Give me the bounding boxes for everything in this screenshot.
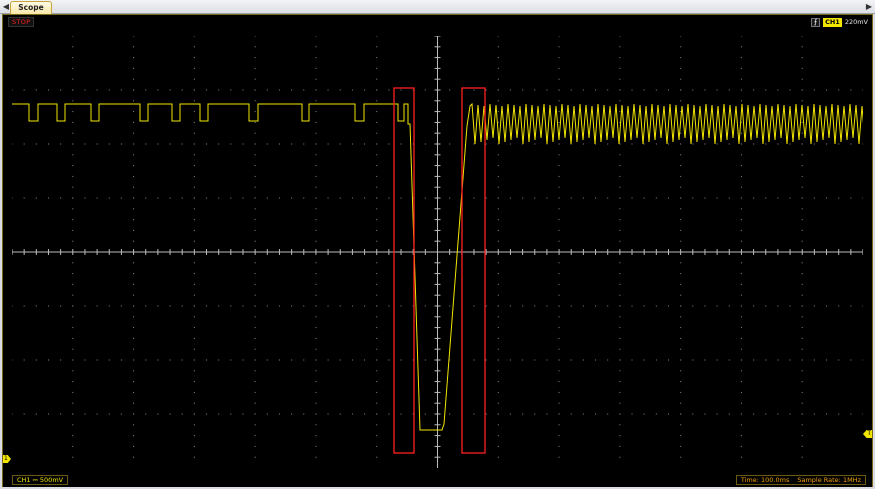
ch1-scale[interactable]: CH1 ⎓ 500mV	[12, 475, 69, 485]
trigger-level: 220mV	[844, 18, 868, 26]
graticule	[12, 36, 863, 468]
waveform-canvas	[12, 36, 863, 468]
ch1-ground-marker[interactable]: 1	[3, 455, 11, 463]
trigger-info[interactable]: ⨍ CH1 220mV	[811, 17, 868, 27]
run-stop-button[interactable]: STOP	[8, 17, 35, 27]
tab-scope[interactable]: Scope	[10, 1, 52, 14]
ch1-volts-div: 500mV	[39, 476, 64, 484]
top-status-bar: STOP ⨍ CH1 220mV	[3, 15, 872, 29]
sample-rate: Sample Rate: 1MHz	[797, 476, 861, 484]
trigger-channel-badge: CH1	[823, 17, 842, 27]
ch1-label: CH1	[17, 476, 31, 484]
scope-window: STOP ⨍ CH1 220mV 1 T CH1 ⎓ 500mV Time: 1…	[2, 14, 873, 487]
highlight-boxes	[393, 87, 486, 454]
timing-info[interactable]: Time: 100.0ms Sample Rate: 1MHz	[735, 475, 866, 485]
bottom-status-bar: CH1 ⎓ 500mV Time: 100.0ms Sample Rate: 1…	[3, 474, 872, 487]
waveform-display[interactable]	[12, 36, 863, 468]
trigger-level-marker[interactable]: T	[863, 430, 872, 438]
tab-bar: ◀ Scope ▶	[0, 0, 875, 14]
timebase: Time: 100.0ms	[740, 476, 790, 484]
rising-edge-icon: ⨍	[811, 17, 821, 27]
tab-scroll-right-icon[interactable]: ▶	[864, 1, 874, 13]
dc-coupling-icon: ⎓	[32, 476, 38, 484]
